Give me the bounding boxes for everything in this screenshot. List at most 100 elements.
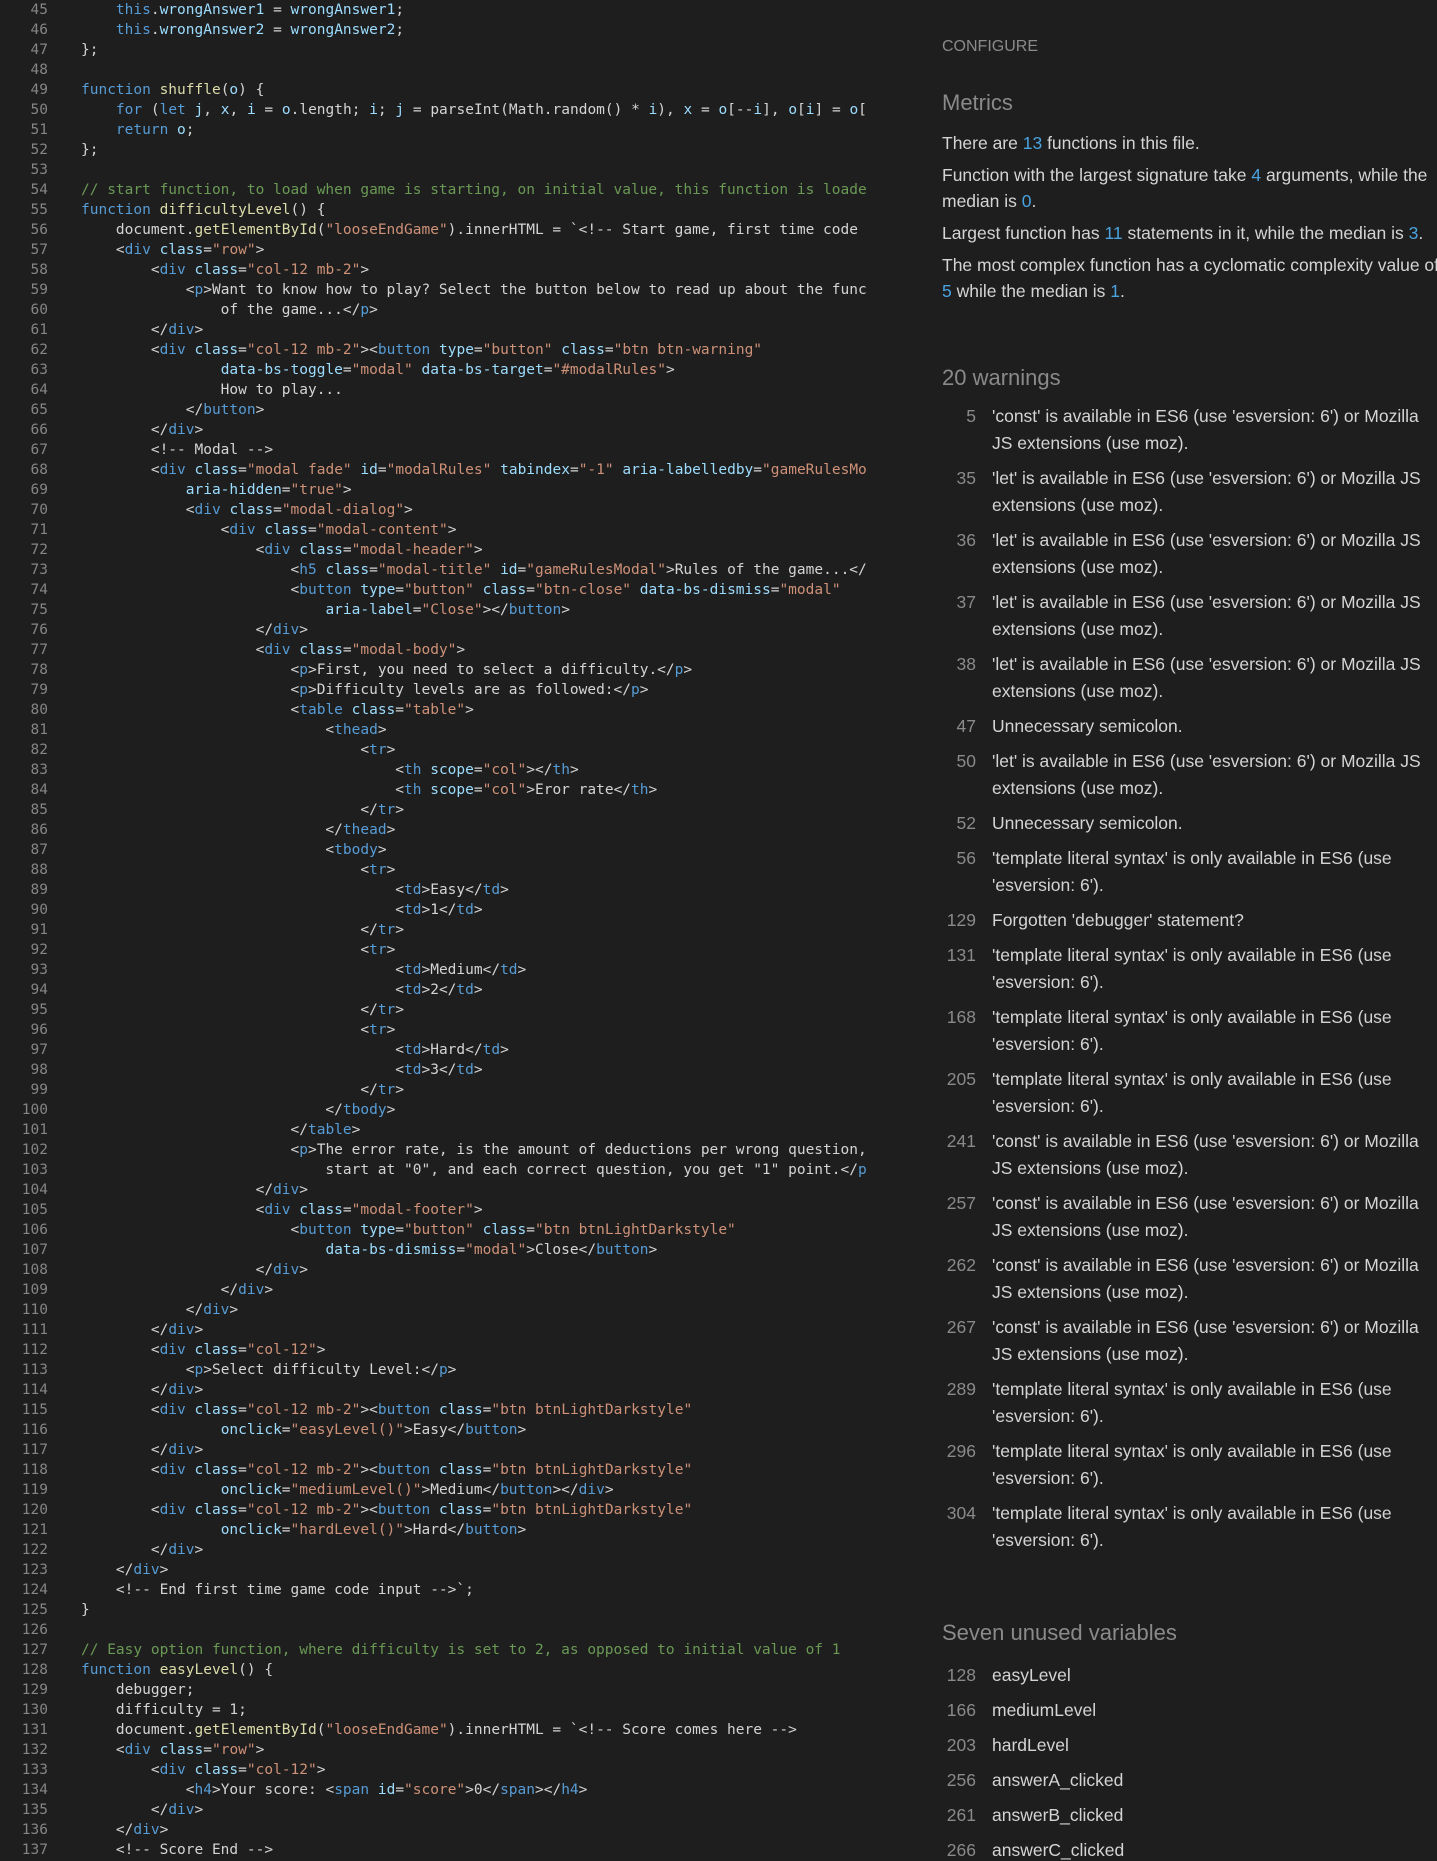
code-line[interactable]: 85 </tr> bbox=[0, 800, 920, 820]
warning-item[interactable]: 262 'const' is available in ES6 (use 'esv… bbox=[942, 1252, 1437, 1306]
warning-item[interactable]: 47 Unnecessary semicolon. bbox=[942, 713, 1437, 740]
code-line[interactable]: 133 <div class="col-12"> bbox=[0, 1760, 920, 1780]
code-line[interactable]: 52}; bbox=[0, 140, 920, 160]
code-line[interactable]: 97 <td>Hard</td> bbox=[0, 1040, 920, 1060]
code-line[interactable]: 68 <div class="modal fade" id="modalRule… bbox=[0, 460, 920, 480]
code-line[interactable]: 111 </div> bbox=[0, 1320, 920, 1340]
code-line[interactable]: 49 function shuffle(o) { bbox=[0, 80, 920, 100]
unused-variable-item[interactable]: 261 answerB_clicked bbox=[942, 1802, 1437, 1829]
warning-line-number[interactable]: 56 bbox=[942, 845, 976, 899]
code-line[interactable]: 96 <tr> bbox=[0, 1020, 920, 1040]
code-line[interactable]: 117 </div> bbox=[0, 1440, 920, 1460]
warning-item[interactable]: 56 'template literal syntax' is only avai… bbox=[942, 845, 1437, 899]
unused-variable-line-number[interactable]: 128 bbox=[942, 1662, 976, 1689]
code-line[interactable]: 71 <div class="modal-content"> bbox=[0, 520, 920, 540]
code-line[interactable]: 54 // start function, to load when game i… bbox=[0, 180, 920, 200]
code-line[interactable]: 46 this.wrongAnswer2 = wrongAnswer2; bbox=[0, 20, 920, 40]
code-line[interactable]: 69 aria-hidden="true"> bbox=[0, 480, 920, 500]
warning-line-number[interactable]: 5 bbox=[942, 403, 976, 457]
warning-item[interactable]: 37 'let' is available in ES6 (use 'esvers… bbox=[942, 589, 1437, 643]
warning-item[interactable]: 267 'const' is available in ES6 (use 'esv… bbox=[942, 1314, 1437, 1368]
unused-variable-item[interactable]: 166 mediumLevel bbox=[942, 1697, 1437, 1724]
code-line[interactable]: 106 <button type="button" class="btn btn… bbox=[0, 1220, 920, 1240]
code-line[interactable]: 99 </tr> bbox=[0, 1080, 920, 1100]
code-line[interactable]: 103 start at "0", and each correct quest… bbox=[0, 1160, 920, 1180]
warning-line-number[interactable]: 35 bbox=[942, 465, 976, 519]
warning-line-number[interactable]: 267 bbox=[942, 1314, 976, 1368]
code-line[interactable]: 45 this.wrongAnswer1 = wrongAnswer1; bbox=[0, 0, 920, 20]
code-line[interactable]: 89 <td>Easy</td> bbox=[0, 880, 920, 900]
code-line[interactable]: 70 <div class="modal-dialog"> bbox=[0, 500, 920, 520]
unused-variable-line-number[interactable]: 166 bbox=[942, 1697, 976, 1724]
code-line[interactable]: 83 <th scope="col"></th> bbox=[0, 760, 920, 780]
code-line[interactable]: 107 data-bs-dismiss="modal">Close</butto… bbox=[0, 1240, 920, 1260]
code-line[interactable]: 67 <!-- Modal --> bbox=[0, 440, 920, 460]
code-line[interactable]: 113 <p>Select difficulty Level:</p> bbox=[0, 1360, 920, 1380]
warning-item[interactable]: 129 Forgotten 'debugger' statement? bbox=[942, 907, 1437, 934]
code-line[interactable]: 114 </div> bbox=[0, 1380, 920, 1400]
code-line[interactable]: 55 function difficultyLevel() { bbox=[0, 200, 920, 220]
code-line[interactable]: 137 <!-- Score End --> bbox=[0, 1840, 920, 1860]
warning-line-number[interactable]: 168 bbox=[942, 1004, 976, 1058]
code-line[interactable]: 119 onclick="mediumLevel()">Medium</butt… bbox=[0, 1480, 920, 1500]
code-line[interactable]: 59 <p>Want to know how to play? Select t… bbox=[0, 280, 920, 300]
code-line[interactable]: 65 </button> bbox=[0, 400, 920, 420]
code-line[interactable]: 64 How to play... bbox=[0, 380, 920, 400]
code-line[interactable]: 57 <div class="row"> bbox=[0, 240, 920, 260]
code-line[interactable]: 104 </div> bbox=[0, 1180, 920, 1200]
code-line[interactable]: 136 </div> bbox=[0, 1820, 920, 1840]
warning-line-number[interactable]: 205 bbox=[942, 1066, 976, 1120]
code-line[interactable]: 125} bbox=[0, 1600, 920, 1620]
warning-item[interactable]: 241 'const' is available in ES6 (use 'esv… bbox=[942, 1128, 1437, 1182]
unused-variable-item[interactable]: 266 answerC_clicked bbox=[942, 1837, 1437, 1861]
code-line[interactable]: 128 function easyLevel() { bbox=[0, 1660, 920, 1680]
code-line[interactable]: 75 aria-label="Close"></button> bbox=[0, 600, 920, 620]
code-line[interactable]: 134 <h4>Your score: <span id="score">0</… bbox=[0, 1780, 920, 1800]
code-line[interactable]: 62 <div class="col-12 mb-2"><button type… bbox=[0, 340, 920, 360]
code-line[interactable]: 102 <p>The error rate, is the amount of … bbox=[0, 1140, 920, 1160]
unused-variable-line-number[interactable]: 261 bbox=[942, 1802, 976, 1829]
unused-variable-item[interactable]: 256 answerA_clicked bbox=[942, 1767, 1437, 1794]
code-line[interactable]: 131 document.getElementById("looseEndGam… bbox=[0, 1720, 920, 1740]
code-line[interactable]: 86 </thead> bbox=[0, 820, 920, 840]
code-line[interactable]: 90 <td>1</td> bbox=[0, 900, 920, 920]
unused-variable-item[interactable]: 128 easyLevel bbox=[942, 1662, 1437, 1689]
warning-item[interactable]: 50 'let' is available in ES6 (use 'esvers… bbox=[942, 748, 1437, 802]
code-line[interactable]: 76 </div> bbox=[0, 620, 920, 640]
code-line[interactable]: 56 document.getElementById("looseEndGame… bbox=[0, 220, 920, 240]
warning-item[interactable]: 296 'template literal syntax' is only ava… bbox=[942, 1438, 1437, 1492]
warning-line-number[interactable]: 131 bbox=[942, 942, 976, 996]
code-line[interactable]: 132 <div class="row"> bbox=[0, 1740, 920, 1760]
code-line[interactable]: 84 <th scope="col">Eror rate</th> bbox=[0, 780, 920, 800]
warning-item[interactable]: 205 'template literal syntax' is only ava… bbox=[942, 1066, 1437, 1120]
code-line[interactable]: 48 bbox=[0, 60, 920, 80]
code-line[interactable]: 126 bbox=[0, 1620, 920, 1640]
warning-line-number[interactable]: 52 bbox=[942, 810, 976, 837]
code-line[interactable]: 81 <thead> bbox=[0, 720, 920, 740]
code-line[interactable]: 58 <div class="col-12 mb-2"> bbox=[0, 260, 920, 280]
warning-line-number[interactable]: 38 bbox=[942, 651, 976, 705]
warning-line-number[interactable]: 257 bbox=[942, 1190, 976, 1244]
warning-item[interactable]: 304 'template literal syntax' is only ava… bbox=[942, 1500, 1437, 1554]
code-line[interactable]: 130 difficulty = 1; bbox=[0, 1700, 920, 1720]
code-line[interactable]: 105 <div class="modal-footer"> bbox=[0, 1200, 920, 1220]
code-line[interactable]: 87 <tbody> bbox=[0, 840, 920, 860]
unused-variable-item[interactable]: 203 hardLevel bbox=[942, 1732, 1437, 1759]
warning-line-number[interactable]: 50 bbox=[942, 748, 976, 802]
code-line[interactable]: 109 </div> bbox=[0, 1280, 920, 1300]
code-editor[interactable]: 45 this.wrongAnswer1 = wrongAnswer1; 46 t… bbox=[0, 0, 920, 1861]
code-line[interactable]: 110 </div> bbox=[0, 1300, 920, 1320]
code-line[interactable]: 123 </div> bbox=[0, 1560, 920, 1580]
warning-line-number[interactable]: 296 bbox=[942, 1438, 976, 1492]
code-line[interactable]: 95 </tr> bbox=[0, 1000, 920, 1020]
warning-line-number[interactable]: 289 bbox=[942, 1376, 976, 1430]
code-line[interactable]: 118 <div class="col-12 mb-2"><button cla… bbox=[0, 1460, 920, 1480]
code-line[interactable]: 51 return o; bbox=[0, 120, 920, 140]
code-line[interactable]: 94 <td>2</td> bbox=[0, 980, 920, 1000]
code-line[interactable]: 63 data-bs-toggle="modal" data-bs-target… bbox=[0, 360, 920, 380]
code-line[interactable]: 98 <td>3</td> bbox=[0, 1060, 920, 1080]
code-line[interactable]: 101 </table> bbox=[0, 1120, 920, 1140]
code-line[interactable]: 50 for (let j, x, i = o.length; i; j = p… bbox=[0, 100, 920, 120]
code-line[interactable]: 88 <tr> bbox=[0, 860, 920, 880]
code-line[interactable]: 120 <div class="col-12 mb-2"><button cla… bbox=[0, 1500, 920, 1520]
